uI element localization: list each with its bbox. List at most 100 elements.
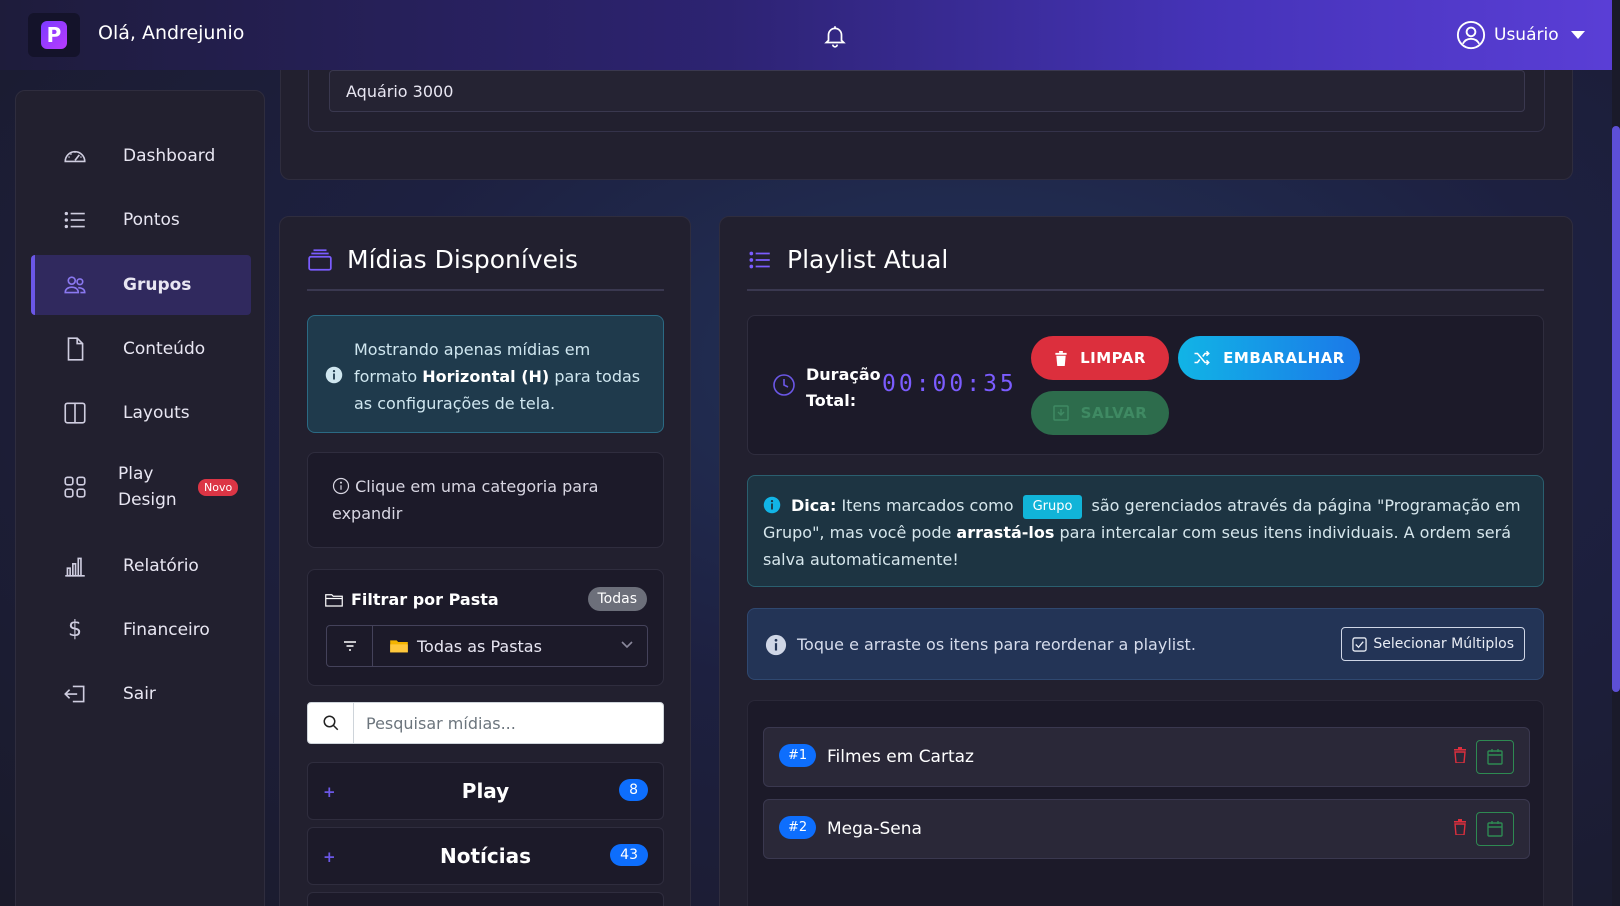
dollar-icon: $ — [68, 617, 82, 642]
title-divider — [307, 289, 664, 291]
logout-icon — [64, 685, 85, 703]
trash-icon — [1055, 350, 1067, 366]
app-logo[interactable]: P — [28, 13, 80, 57]
filter-title: Filtrar por Pasta — [325, 590, 499, 609]
category-count: 8 — [619, 779, 648, 801]
group-tag: Grupo — [1022, 494, 1083, 519]
speedometer-icon — [64, 150, 86, 163]
midias-card: Mídias Disponíveis Mostrando apenas mídi… — [279, 216, 691, 906]
schedule-button[interactable] — [1476, 740, 1514, 774]
group-name-field[interactable]: Aquário 3000 — [329, 70, 1525, 112]
folder-select-text: Todas as Pastas — [417, 636, 542, 656]
item-number-badge: #1 — [779, 744, 817, 767]
duration-panel: Duração Total: 00:00:35 LIMPAR EMBARALHA… — [747, 315, 1544, 455]
format-info-alert: Mostrando apenas mídias em formato Horiz… — [307, 315, 664, 433]
trash-icon[interactable] — [1453, 747, 1467, 763]
calendar-icon — [1487, 749, 1503, 765]
info-icon — [325, 366, 343, 384]
bar-chart-icon — [65, 557, 85, 577]
folder-yellow-icon — [390, 640, 408, 653]
folder-select-value[interactable]: Todas as Pastas — [373, 626, 647, 666]
midias-title: Mídias Disponíveis — [307, 245, 578, 274]
bell-icon[interactable] — [822, 22, 848, 50]
duration-label: Duração Total: — [806, 365, 881, 410]
search-icon-wrapper — [308, 703, 354, 743]
filter-count-badge: Todas — [587, 587, 647, 611]
duration-value: 00:00:35 — [882, 371, 1017, 397]
sidebar-item-label: Relatório — [123, 556, 199, 576]
category-name: Play — [461, 779, 510, 803]
check-square-icon — [1352, 636, 1368, 652]
tip-label: Dica: — [791, 496, 837, 515]
playlist-item[interactable]: #1 Filmes em Cartaz — [763, 727, 1530, 787]
folder-select[interactable]: Todas as Pastas — [326, 625, 648, 667]
category-noticias[interactable]: + Notícias 43 — [307, 827, 664, 885]
filter-button[interactable] — [327, 626, 373, 666]
category-hint-text: Clique em uma categoria para expandir — [332, 477, 599, 523]
shuffle-button-label: EMBARALHAR — [1223, 349, 1345, 367]
category-play[interactable]: + Play 8 — [307, 762, 664, 820]
save-button[interactable]: SALVAR — [1031, 391, 1169, 435]
trash-icon[interactable] — [1453, 819, 1467, 835]
category-hint: Clique em uma categoria para expandir — [307, 452, 664, 548]
logo-mark: P — [41, 21, 67, 49]
playlist-item[interactable]: #2 Mega-Sena — [763, 799, 1530, 859]
clear-button[interactable]: LIMPAR — [1031, 336, 1169, 380]
folder-icon — [325, 593, 343, 607]
info-icon — [763, 496, 781, 514]
sidebar-item-financeiro[interactable]: $ Financeiro — [31, 600, 251, 660]
sidebar-item-label: Pontos — [123, 210, 180, 230]
group-details-card: Aquário 3000 — [280, 60, 1573, 180]
sidebar-item-dashboard[interactable]: Dashboard — [31, 126, 251, 186]
new-badge: Novo — [198, 478, 239, 496]
schedule-button[interactable] — [1476, 812, 1514, 846]
tip-text-1: Itens marcados como — [836, 496, 1019, 515]
info-icon — [765, 634, 787, 656]
playlist-title: Playlist Atual — [747, 245, 948, 274]
sidebar-item-play-design[interactable]: Play Design Novo — [31, 447, 251, 527]
filter-title-text: Filtrar por Pasta — [351, 590, 499, 609]
sidebar-item-conteudo[interactable]: Conteúdo — [31, 319, 251, 379]
info-bold: Horizontal (H) — [422, 367, 550, 386]
file-icon — [67, 337, 84, 361]
group-name-section: Aquário 3000 — [308, 60, 1545, 132]
user-menu[interactable]: Usuário — [1456, 20, 1585, 50]
save-icon — [1052, 405, 1069, 421]
playlist-title-text: Playlist Atual — [787, 245, 949, 274]
top-navbar: P Olá, Andrejunio Usuário — [0, 0, 1612, 70]
sidebar-item-grupos[interactable]: Grupos — [31, 255, 251, 315]
sidebar-item-pontos[interactable]: Pontos — [31, 190, 251, 250]
sidebar-item-layouts[interactable]: Layouts — [31, 383, 251, 443]
sidebar-item-label: Financeiro — [123, 620, 210, 640]
people-icon — [64, 276, 86, 294]
search-input[interactable] — [354, 703, 663, 743]
shuffle-button[interactable]: EMBARALHAR — [1178, 336, 1360, 380]
tip-bold: arrastá-los — [956, 523, 1055, 542]
sidebar-item-label: Sair — [123, 684, 156, 704]
greeting-text: Olá, Andrejunio — [98, 22, 245, 44]
list-ul-icon — [749, 251, 770, 268]
media-search — [307, 702, 664, 744]
item-number-badge: #2 — [779, 816, 817, 839]
grid-icon — [64, 476, 86, 498]
midias-title-text: Mídias Disponíveis — [347, 245, 578, 274]
calendar-icon — [1487, 821, 1503, 837]
sidebar-item-sair[interactable]: Sair — [31, 664, 251, 724]
scrollbar-thumb[interactable] — [1612, 126, 1620, 692]
sidebar-item-relatorio[interactable]: Relatório — [31, 536, 251, 596]
caret-down-icon — [1570, 31, 1585, 39]
filter-icon — [343, 641, 356, 651]
collection-icon — [308, 248, 332, 271]
select-multiple-button[interactable]: Selecionar Múltiplos — [1341, 627, 1525, 661]
select-multiple-label: Selecionar Múltiplos — [1373, 636, 1514, 652]
save-button-label: SALVAR — [1080, 404, 1148, 422]
sidebar-item-label: Play Design — [118, 464, 177, 510]
clock-icon — [773, 374, 795, 396]
sidebar-item-label: Layouts — [123, 403, 190, 423]
sidebar: Dashboard Pontos Grupos Conteúdo Layouts… — [15, 90, 265, 906]
tip-alert: Dica: Itens marcados como Grupo são gere… — [747, 475, 1544, 587]
item-name: Mega-Sena — [827, 819, 922, 839]
category-next[interactable] — [307, 892, 664, 906]
playlist-card: Playlist Atual Duração Total: 00:00:35 L… — [719, 216, 1573, 906]
clear-button-label: LIMPAR — [1080, 349, 1146, 367]
